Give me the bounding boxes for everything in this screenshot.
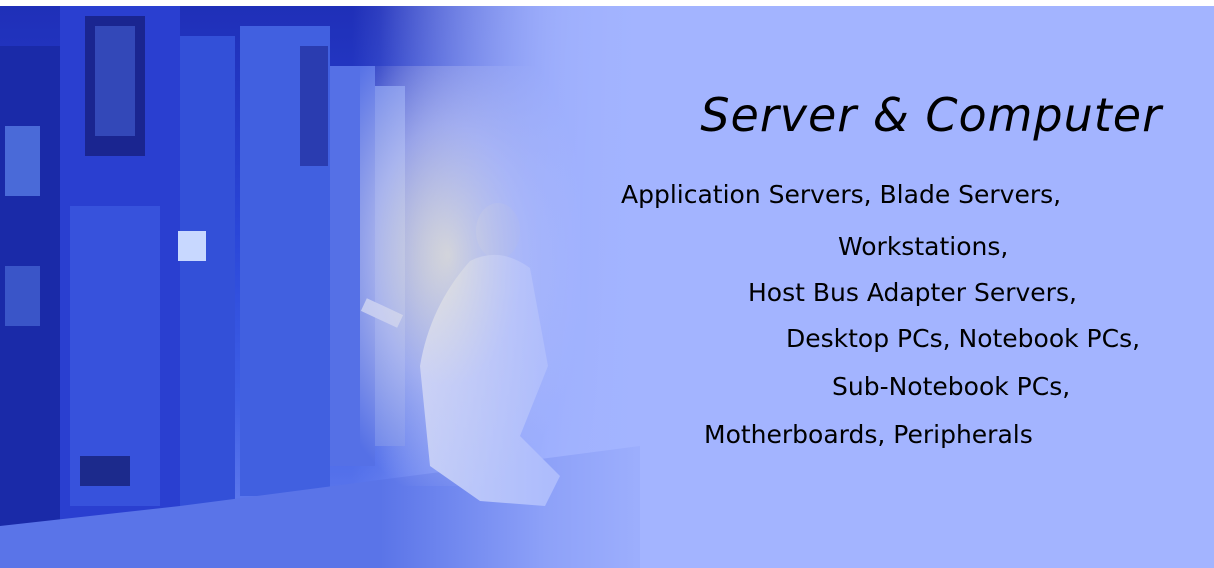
gradient-fade xyxy=(380,6,680,568)
hero-banner: Server & Computer Application Servers, B… xyxy=(0,6,1214,568)
product-line-6: Motherboards, Peripherals xyxy=(704,420,1033,449)
product-line-4: Desktop PCs, Notebook PCs, xyxy=(786,324,1141,353)
product-line-3: Host Bus Adapter Servers, xyxy=(748,278,1077,307)
product-line-1: Application Servers, Blade Servers, xyxy=(621,180,1062,209)
product-line-5: Sub-Notebook PCs, xyxy=(832,372,1071,401)
product-line-2: Workstations, xyxy=(838,232,1009,261)
banner-title: Server & Computer xyxy=(700,88,1162,142)
